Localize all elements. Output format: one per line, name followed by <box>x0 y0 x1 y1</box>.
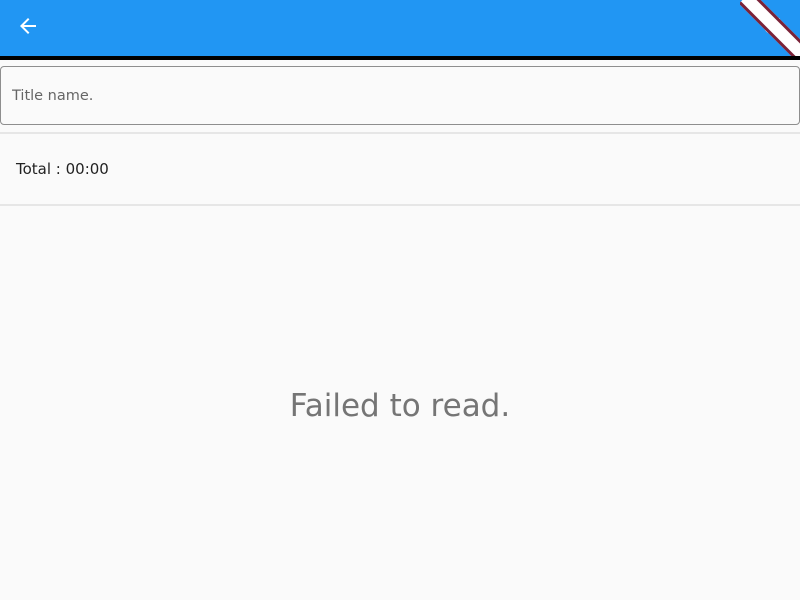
total-duration-label: Total : 00:00 <box>16 160 109 178</box>
total-row: Total : 00:00 <box>0 134 800 204</box>
refresh-icon <box>760 14 784 42</box>
back-button[interactable] <box>4 4 52 52</box>
title-name-field[interactable] <box>0 66 800 125</box>
app-screen: Total : 00:00 Failed to read. <box>0 0 800 600</box>
arrow-back-icon <box>16 14 40 42</box>
title-name-input[interactable] <box>1 67 799 124</box>
status-message: Failed to read. <box>289 388 511 424</box>
refresh-button[interactable] <box>748 4 796 52</box>
app-bar <box>0 0 800 60</box>
app-bar-shadow <box>0 56 800 60</box>
divider-bottom <box>0 204 800 206</box>
